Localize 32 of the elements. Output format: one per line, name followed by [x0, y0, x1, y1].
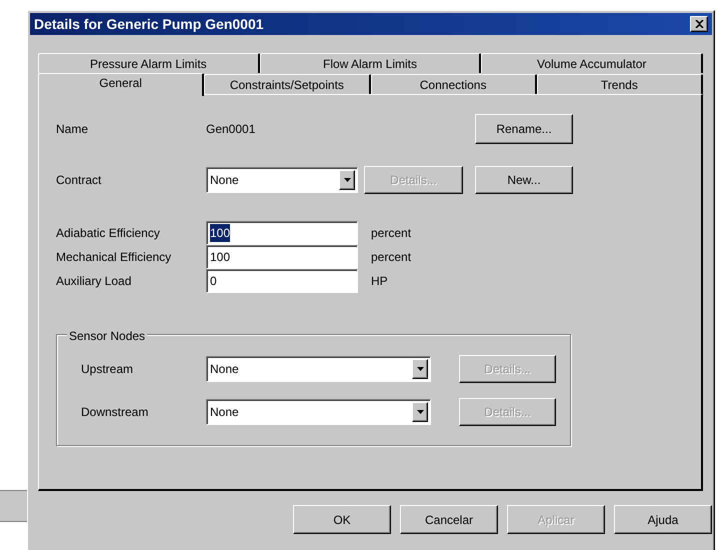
tab[interactable]: Flow Alarm Limits [260, 53, 482, 73]
dialog-button[interactable]: Rename... [475, 114, 573, 144]
dialog-button[interactable]: Ajuda [614, 505, 712, 534]
input-field[interactable]: 100 [206, 221, 358, 245]
field-label: Name [56, 121, 90, 138]
dropdown[interactable]: None [206, 399, 431, 425]
dialog-button[interactable]: OK [293, 505, 391, 534]
dialog-button[interactable]: Cancelar [400, 505, 498, 534]
tab[interactable]: Trends [536, 74, 703, 94]
unit-label: percent [371, 249, 412, 266]
dropdown[interactable]: None [206, 167, 358, 193]
tab[interactable]: Pressure Alarm Limits [38, 53, 260, 73]
unit-label: HP [371, 273, 388, 290]
close-button[interactable] [690, 16, 708, 32]
window-title: Details for Generic Pump Gen0001 [34, 14, 265, 34]
field-label: Mechanical Efficiency [56, 249, 172, 266]
field-label: Adiabatic Efficiency [56, 225, 161, 242]
field-label: Downstream [81, 404, 150, 421]
field-label: Auxiliary Load [56, 273, 132, 290]
dropdown[interactable]: None [206, 356, 431, 382]
tab[interactable]: Volume Accumulator [481, 53, 704, 73]
field-label: Contract [56, 172, 102, 189]
field-label: Upstream [81, 361, 134, 378]
tab[interactable]: General [38, 73, 204, 96]
input-field[interactable]: 0 [206, 269, 358, 293]
tab[interactable]: Connections [370, 74, 537, 94]
unit-label: percent [371, 225, 412, 242]
dialog-button[interactable]: New... [475, 166, 573, 194]
input-field[interactable]: 100 [206, 245, 358, 269]
name-value: Gen0001 [206, 121, 256, 138]
tab[interactable]: Constraints/Setpoints [204, 74, 370, 94]
close-icon [694, 20, 704, 28]
